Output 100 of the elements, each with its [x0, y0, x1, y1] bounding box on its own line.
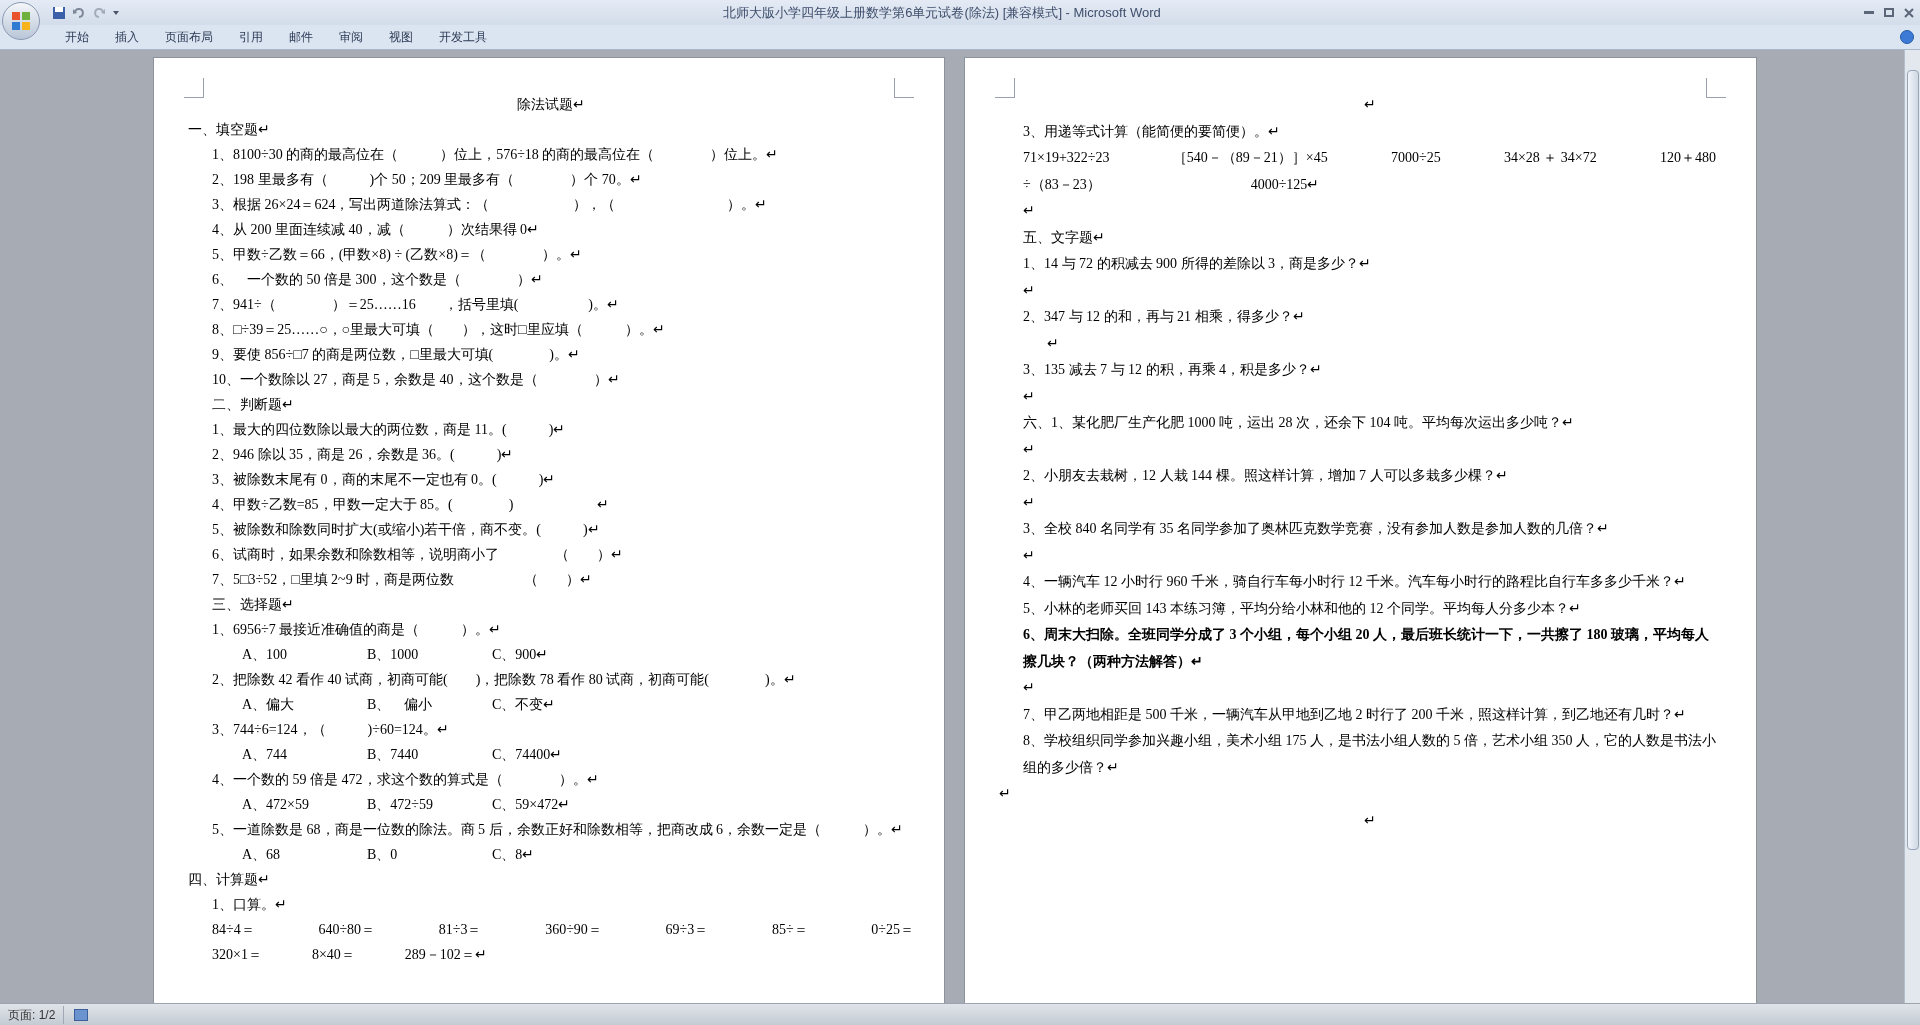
question-text: 9、要使 856÷□7 的商是两位数，□里最大可填( )。↵ — [212, 346, 580, 364]
question-text: 5、甲数÷乙数＝66，(甲数×8) ÷ (乙数×8)＝（ ）。↵ — [212, 246, 582, 264]
question-text: 7、甲乙两地相距是 500 千米，一辆汽车从甲地到乙地 2 时行了 200 千米，照这样计算，到乙地还有几时？↵ — [1023, 705, 1686, 724]
question-text: 4、从 200 里面连续减 40，减（ ）次结果得 0↵ — [212, 221, 539, 239]
expression: 289－102＝↵ — [404, 946, 487, 964]
crop-mark — [995, 78, 1015, 98]
question-text: 1、口算。↵ — [212, 896, 287, 914]
question-text: 1、8100÷30 的商的最高位在（ ）位上，576÷18 的商的最高位在（ ）位上。↵ — [212, 146, 779, 164]
expression: ÷（83－23） — [1023, 175, 1101, 194]
ribbon-tab[interactable]: 邮件 — [276, 25, 326, 49]
question-text: 3、被除数末尾有 0，商的末尾不一定也有 0。( )↵ — [212, 471, 556, 489]
answer-option: A、偏大 — [242, 697, 295, 712]
window-title: 北师大版小学四年级上册数学第6单元试卷(除法) [兼容模式] - Microsoft Word — [723, 3, 1161, 22]
answer-option: A、68 — [242, 847, 281, 862]
paragraph-mark: ↵ — [1047, 334, 1059, 353]
ribbon-tab[interactable]: 开始 — [52, 25, 102, 49]
question-text: 5、小林的老师买回 143 本练习簿，平均分给小林和他的 12 个同学。平均每人分多少本？↵ — [1023, 599, 1581, 618]
question-text: 8、□÷39＝25……○，○里最大可填（ ），这时□里应填（ ）。↵ — [212, 321, 665, 339]
ribbon-tab[interactable]: 审阅 — [326, 25, 376, 49]
paragraph-mark: ↵ — [1023, 202, 1035, 220]
paragraph-mark: ↵ — [1023, 493, 1035, 512]
expression: 69÷3＝ — [665, 921, 709, 939]
question-text: 5、被除数和除数同时扩大(或缩小)若干倍，商不变。( )↵ — [212, 521, 600, 539]
question-text: 3、根据 26×24＝624，写出两道除法算式：（ ），（ ）。↵ — [212, 196, 768, 214]
save-icon[interactable] — [52, 5, 66, 20]
answer-option: C、59×472↵ — [492, 797, 571, 812]
question-text: 4、甲数÷乙数=85，甲数一定大于 85。( ) ↵ — [212, 496, 610, 514]
question-text: 三、选择题↵ — [212, 596, 294, 614]
question-text: 4、一个数的 59 倍是 472，求这个数的算式是（ ）。↵ — [212, 771, 599, 789]
answer-option: A、744 — [242, 747, 288, 762]
office-logo-icon — [10, 10, 32, 32]
ribbon-tab[interactable]: 页面布局 — [152, 25, 226, 49]
expression: 71×19+322÷23 — [1023, 149, 1110, 167]
answer-option: A、100 — [242, 647, 288, 662]
question-text: 2、把除数 42 看作 40 试商，初商可能( )，把除数 78 看作 80 试商，初商可能( )。↵ — [212, 671, 796, 689]
question-text: 2、946 除以 35，商是 26，余数是 36。( )↵ — [212, 446, 514, 464]
expression: 0÷25＝ — [871, 921, 914, 939]
paragraph-mark: ↵ — [1023, 281, 1035, 300]
question-text: 2、198 里最多有（ )个 50；209 里最多有（ ）个 70。↵ — [212, 171, 642, 189]
paragraph-mark: ↵ — [1023, 679, 1035, 697]
scrollbar-thumb[interactable] — [1906, 70, 1919, 850]
question-text: 2、347 与 12 的和，再与 21 相乘，得多少？↵ — [1023, 308, 1305, 326]
expression: 120＋480 — [1660, 149, 1716, 167]
question-text: 二、判断题↵ — [212, 396, 294, 414]
question-text: 五、文字题↵ — [1023, 228, 1105, 247]
answer-option: C、74400↵ — [492, 747, 563, 762]
expression: 320×1＝ — [212, 946, 262, 964]
answer-option: B、0 — [367, 847, 398, 862]
paragraph-mark: ↵ — [1363, 811, 1376, 830]
page-count: 页面: 1/2 — [0, 1005, 65, 1024]
ribbon-tab[interactable]: 插入 — [102, 25, 152, 49]
question-text: 3、用递等式计算（能简便的要简便）。↵ — [1023, 122, 1280, 141]
question-text: 5、一道除数是 68，商是一位数的除法。商 5 后，余数正好和除数相等，把商改成 6，余数一定是（ ）。↵ — [212, 821, 903, 839]
maximize-icon[interactable] — [1884, 8, 1894, 17]
expression: 8×40＝ — [311, 946, 355, 964]
crop-mark — [1706, 78, 1726, 98]
crop-mark — [184, 78, 204, 98]
answer-option: B、 偏小 — [367, 697, 433, 712]
expression: 85÷＝ — [771, 921, 808, 939]
paragraph-mark: ↵ — [1023, 546, 1035, 565]
question-text: 1、14 与 72 的积减去 900 所得的差除以 3，商是多少？↵ — [1023, 255, 1371, 273]
paragraph-mark: ↵ — [999, 785, 1011, 803]
crop-mark — [894, 78, 914, 98]
expression: 640÷80＝ — [318, 921, 376, 939]
question-text: 10、一个数除以 27，商是 5，余数是 40，这个数是（ ）↵ — [212, 371, 620, 389]
paragraph-mark: ↵ — [1023, 440, 1035, 459]
expression: 4000÷125↵ — [1250, 175, 1320, 194]
answer-option: B、7440 — [367, 747, 419, 762]
answer-option: A、472×59 — [242, 797, 309, 812]
ribbon-tab[interactable]: 引用 — [226, 25, 276, 49]
question-text: 8、学校组织同学参加兴趣小组，美术小组 175 人，是书法小组人数的 5 倍，艺术小组 350 人，它的人数是书法小组的多少倍？↵ — [1023, 732, 1716, 777]
document-title: 除法试题↵ — [517, 96, 585, 114]
expression: 360÷90＝ — [545, 921, 602, 939]
undo-icon[interactable] — [72, 5, 86, 20]
answer-option: B、1000 — [367, 647, 419, 662]
question-text: 1、6956÷7 最接近准确值的商是（ ）。↵ — [212, 621, 502, 639]
answer-option: C、8↵ — [492, 847, 535, 862]
question-text: 3、744÷6=124，（ )÷60=124。↵ — [212, 721, 449, 739]
answer-option: C、不变↵ — [492, 697, 556, 712]
office-button[interactable] — [2, 2, 40, 40]
expression: 81÷3＝ — [438, 921, 482, 939]
expression: 34×28 ＋ 34×72 — [1503, 149, 1597, 167]
spelling-status-icon[interactable] — [74, 1008, 89, 1021]
close-icon[interactable] — [1904, 7, 1914, 18]
expression: 7000÷25 — [1390, 149, 1441, 167]
question-text: 4、一辆汽车 12 小时行 960 千米，骑自行车每小时行 12 千米。汽车每小时行的路程比自行车多多少千米？↵ — [1023, 573, 1686, 591]
question-text: 6、 一个数的 50 倍是 300，这个数是（ ）↵ — [212, 271, 543, 289]
question-text: 2、小朋友去栽树，12 人栽 144 棵。照这样计算，增加 7 人可以多栽多少棵？↵ — [1023, 467, 1508, 485]
question-text: 6、周末大扫除。全班同学分成了 3 个小组，每个小组 20 人，最后班长统计一下，一共擦了 180 玻璃，平均每人擦几块？（两种方法解答）↵ — [1023, 626, 1710, 671]
paragraph-mark: ↵ — [1023, 387, 1035, 406]
question-text: 1、最大的四位数除以最大的两位数，商是 11。( )↵ — [212, 421, 566, 439]
question-text: 六、1、某化肥厂生产化肥 1000 吨，运出 28 次，还余下 104 吨。平均每次运出多少吨？↵ — [1023, 414, 1574, 432]
question-text: 7、941÷（ ）＝25……16 ，括号里填( )。↵ — [212, 296, 619, 314]
expression: 84÷4＝ — [212, 921, 255, 939]
ribbon-tab[interactable]: 视图 — [376, 25, 426, 49]
question-text: 四、计算题↵ — [188, 871, 270, 889]
dropdown-icon[interactable] — [112, 8, 120, 17]
ribbon-tab[interactable]: 开发工具 — [426, 25, 500, 49]
scrollbar[interactable] — [1904, 50, 1920, 1003]
question-text: 3、135 减去 7 与 12 的积，再乘 4，积是多少？↵ — [1023, 361, 1322, 379]
